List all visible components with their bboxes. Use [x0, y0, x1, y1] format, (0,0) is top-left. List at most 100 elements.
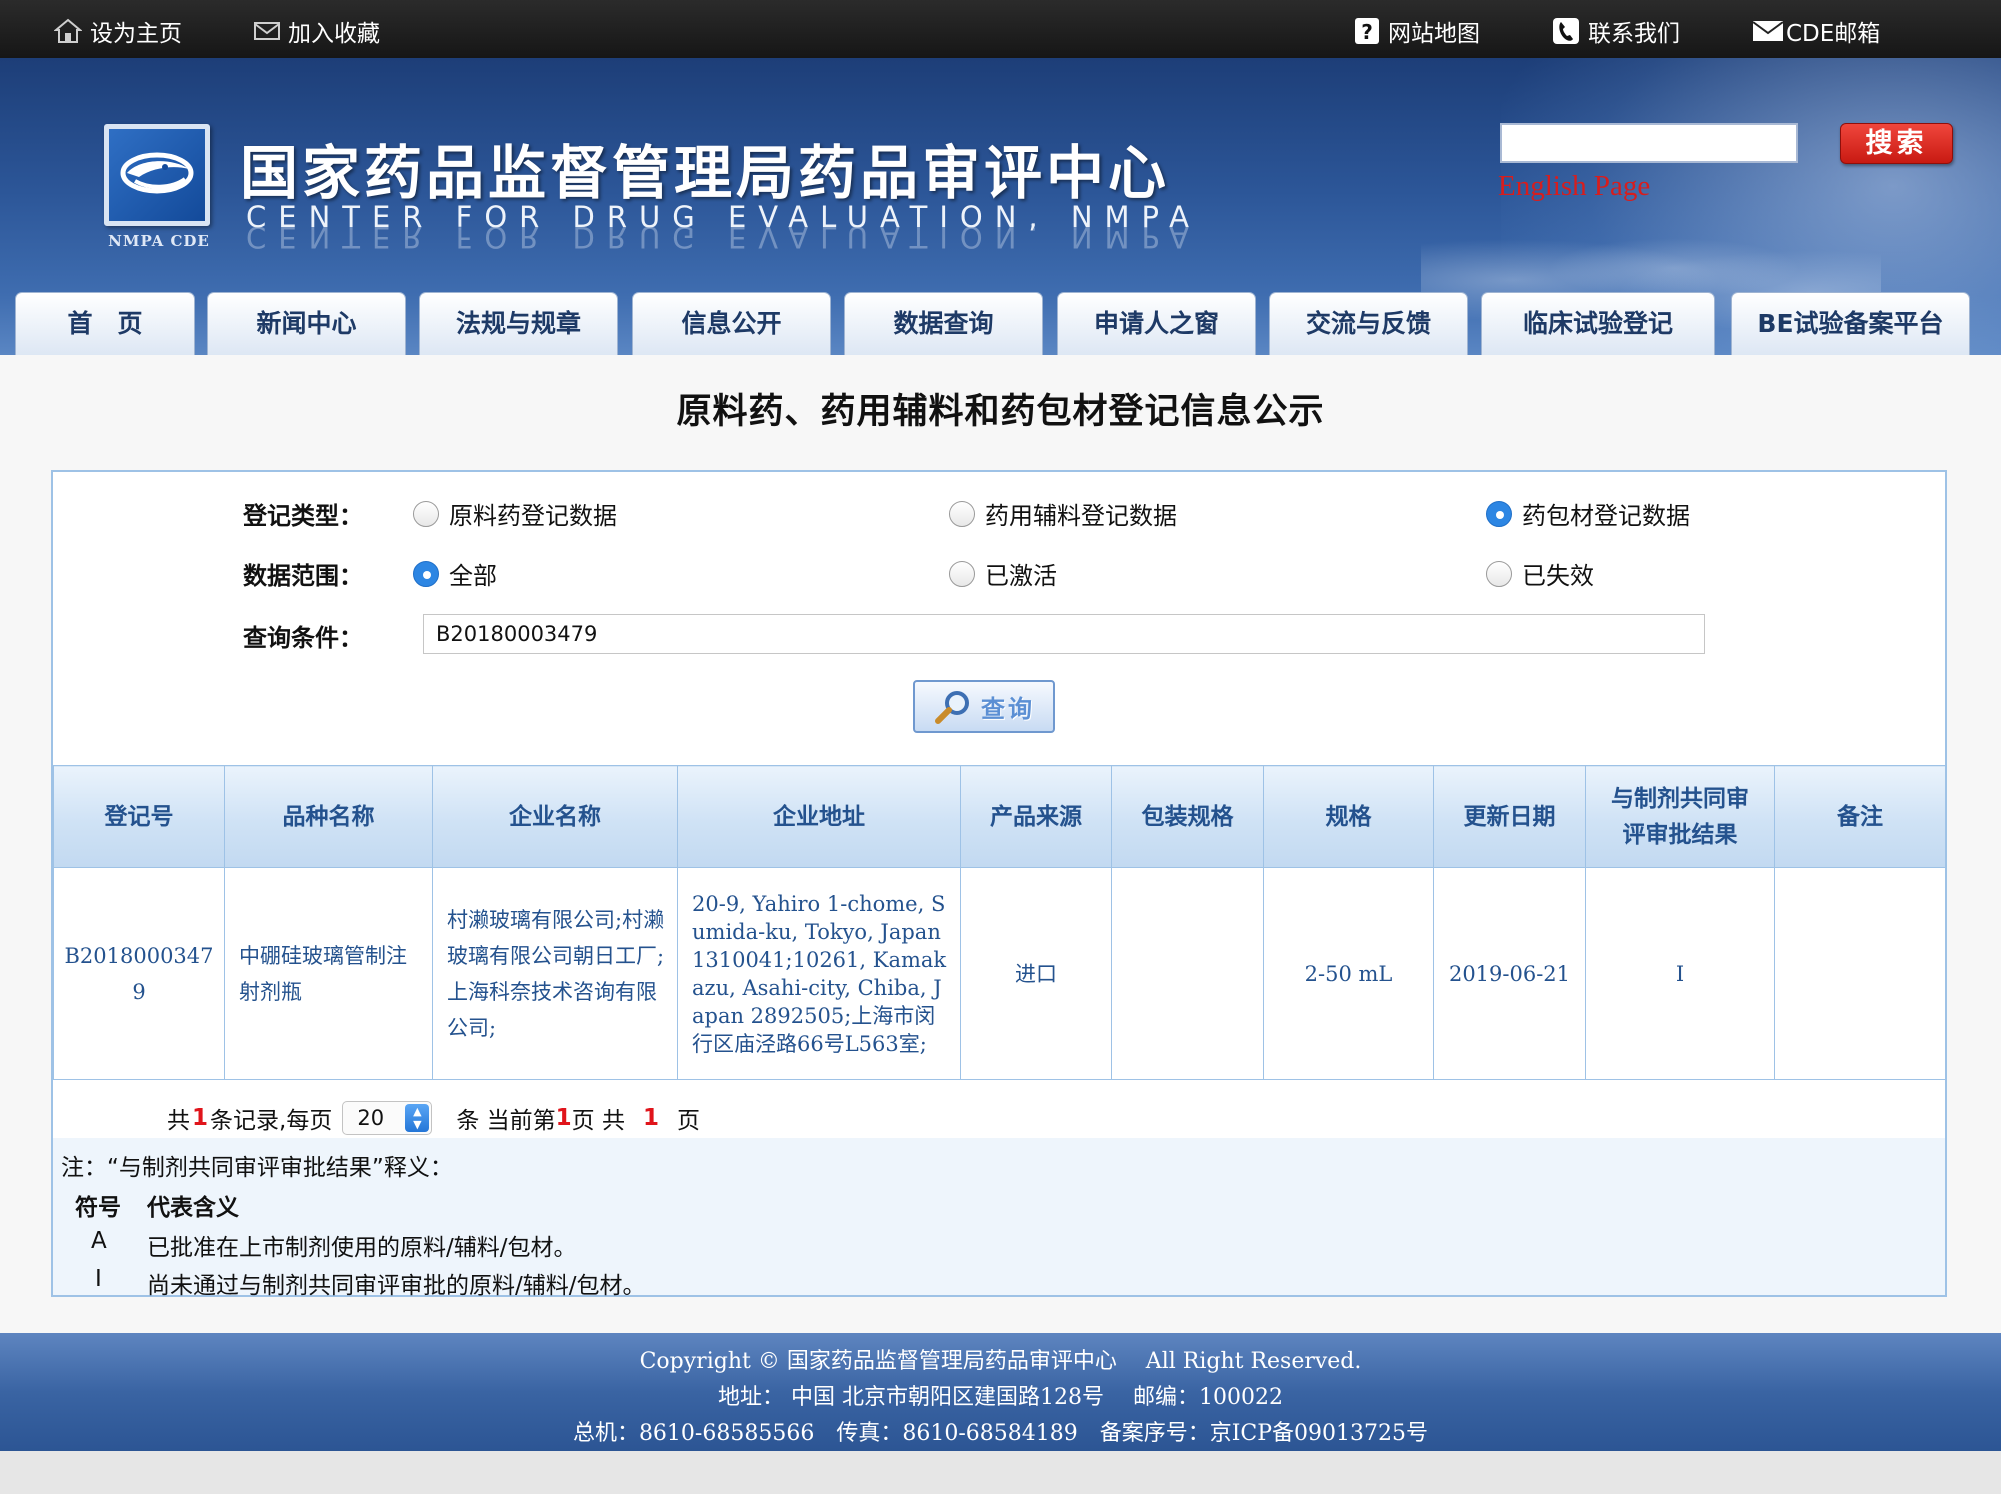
col-address: 企业地址 [677, 765, 961, 868]
table-header-row: 登记号 品种名称 企业名称 企业地址 产品来源 包装规格 规格 更新日期 与制剂… [53, 765, 1946, 868]
pager-pages-prefix: 页 共 [571, 1108, 625, 1134]
footer-address: 地址： 中国 北京市朝阳区建国路128号 邮编：100022 [718, 1385, 1283, 1410]
footer-copyright: Copyright © 国家药品监督管理局药品审评中心 All Right Re… [639, 1349, 1362, 1374]
tab-info-disclosure[interactable]: 信息公开 [632, 292, 831, 355]
cde-mail-link[interactable]: CDE邮箱 [1752, 14, 1880, 48]
contact-us-label: 联系我们 [1588, 21, 1680, 47]
cell-remark [1774, 867, 1946, 1080]
radio-expired[interactable] [1486, 560, 1512, 587]
note-meaning-a: 已批准在上市制剂使用的原料/辅料/包材。 [147, 1235, 577, 1261]
col-source: 产品来源 [960, 765, 1112, 868]
cell-spec: 2-50 mL [1263, 867, 1434, 1080]
col-company: 企业名称 [432, 765, 678, 868]
tab-home[interactable]: 首 页 [15, 292, 195, 355]
contact-us-link[interactable]: 联系我们 [1552, 14, 1680, 48]
type-label: 登记类型： [243, 502, 363, 530]
stepper-icon: ▲ ▼ [405, 1104, 430, 1132]
footer-contact: 总机：8610-68585566 传真：8610-68584189 备案序号：京… [572, 1421, 1429, 1446]
col-package-spec: 包装规格 [1111, 765, 1264, 868]
tab-applicant-window[interactable]: 申请人之窗 [1057, 292, 1256, 355]
type-option-api-label: 原料药登记数据 [449, 502, 617, 530]
radio-excipient[interactable] [949, 500, 975, 527]
col-remark: 备注 [1774, 765, 1946, 868]
site-map-link[interactable]: ? 网站地图 [1354, 14, 1480, 48]
english-page-link[interactable]: English Page [1498, 170, 1650, 203]
tab-regulations[interactable]: 法规与规章 [419, 292, 618, 355]
type-option-api[interactable]: 原料药登记数据 [413, 496, 617, 531]
logo-emblem-icon [120, 152, 194, 194]
site-title-en-reflection: CENTER FOR DRUG EVALUATION, NMPA [246, 224, 1202, 254]
tab-feedback[interactable]: 交流与反馈 [1269, 292, 1468, 355]
search-input[interactable] [1500, 123, 1798, 163]
home-icon [54, 18, 82, 44]
cell-address: 20-9, Yahiro 1-chome, Sumida-ku, Tokyo, … [677, 867, 961, 1080]
col-review-result: 与制剂共同审评审批结果 [1585, 765, 1775, 868]
radio-packaging[interactable] [1486, 500, 1512, 527]
main-content: 原料药、药用辅料和药包材登记信息公示 登记类型： 原料药登记数据 药用辅料登记数… [0, 355, 2001, 1333]
note-title: 注：“与制剂共同审评审批结果”释义： [61, 1155, 453, 1181]
tab-clinical-trial[interactable]: 临床试验登记 [1481, 292, 1715, 355]
type-option-excipient[interactable]: 药用辅料登记数据 [949, 496, 1177, 531]
results-table: 登记号 品种名称 企业名称 企业地址 产品来源 包装规格 规格 更新日期 与制剂… [53, 765, 1946, 1080]
scope-option-active[interactable]: 已激活 [949, 556, 1057, 591]
tab-data-query[interactable]: 数据查询 [844, 292, 1043, 355]
add-favorite-link[interactable]: 加入收藏 [254, 14, 380, 48]
cell-source: 进口 [960, 867, 1112, 1080]
note-symbol-a: A [91, 1228, 107, 1254]
pager-current-prefix: 条 当前第 [456, 1108, 556, 1134]
col-spec: 规格 [1263, 765, 1434, 868]
query-input[interactable]: B20180003479 [423, 614, 1705, 654]
col-update-date: 更新日期 [1433, 765, 1586, 868]
query-label: 查询条件： [243, 624, 363, 652]
help-icon: ? [1354, 17, 1380, 45]
pager-total: 1 [192, 1105, 209, 1131]
site-map-label: 网站地图 [1388, 21, 1480, 47]
cell-reg-no[interactable]: B20180003479 [53, 867, 225, 1080]
col-product-name: 品种名称 [224, 765, 433, 868]
page-bottom-strip [0, 1451, 2001, 1494]
logo-caption: NMPA CDE [108, 232, 210, 250]
type-option-excipient-label: 药用辅料登记数据 [985, 502, 1177, 530]
cde-logo[interactable] [104, 124, 210, 226]
search-button[interactable]: 搜索 [1840, 123, 1953, 164]
mail-icon [254, 21, 280, 41]
main-nav: 首 页 新闻中心 法规与规章 信息公开 数据查询 申请人之窗 交流与反馈 临床试… [0, 292, 2001, 355]
magnifier-icon [935, 690, 969, 724]
note-meaning-i: 尚未通过与制剂共同审评审批的原料/辅料/包材。 [147, 1273, 646, 1299]
pager-prefix: 共 [167, 1108, 190, 1134]
footer: Copyright © 国家药品监督管理局药品审评中心 All Right Re… [0, 1333, 2001, 1451]
scope-option-expired[interactable]: 已失效 [1486, 556, 1594, 591]
scope-label: 数据范围： [243, 562, 363, 590]
pager-total-pages: 1 [642, 1105, 659, 1131]
query-button-label: 查询 [981, 695, 1035, 723]
pager-pages-suffix: 页 [676, 1108, 700, 1134]
type-option-packaging[interactable]: 药包材登记数据 [1486, 496, 1690, 531]
type-option-packaging-label: 药包材登记数据 [1522, 502, 1690, 530]
cell-review-result: I [1585, 867, 1775, 1080]
page-size-value: 20 [357, 1106, 385, 1130]
envelope-icon [1752, 20, 1784, 42]
page-size-select[interactable]: 20 ▲ ▼ [342, 1101, 433, 1135]
tab-be-platform[interactable]: BE试验备案平台 [1731, 292, 1970, 355]
cde-mail-label: CDE邮箱 [1786, 21, 1881, 47]
top-bar: 设为主页 加入收藏 ? 网站地图 联系我们 CDE邮箱 [0, 0, 2001, 58]
site-title: 国家药品监督管理局药品审评中心 [240, 139, 1171, 207]
table-row: B20180003479 中硼硅玻璃管制注射剂瓶 村濑玻璃有限公司;村濑玻璃有限… [53, 867, 1946, 1080]
scope-option-all-label: 全部 [449, 562, 497, 590]
cell-update-date: 2019-06-21 [1433, 867, 1586, 1080]
note-symbol-i: I [95, 1266, 102, 1292]
page-title: 原料药、药用辅料和药包材登记信息公示 [676, 392, 1325, 432]
radio-active[interactable] [949, 560, 975, 587]
query-button[interactable]: 查询 [913, 680, 1055, 733]
add-favorite-label: 加入收藏 [288, 21, 380, 47]
tab-news[interactable]: 新闻中心 [207, 292, 406, 355]
cell-product-name: 中硼硅玻璃管制注射剂瓶 [224, 867, 433, 1080]
radio-all[interactable] [413, 560, 439, 587]
set-home-label: 设为主页 [90, 21, 182, 47]
scope-option-all[interactable]: 全部 [413, 556, 497, 591]
cell-company: 村濑玻璃有限公司;村濑玻璃有限公司朝日工厂;上海科奈技术咨询有限公司; [432, 867, 678, 1080]
set-home-link[interactable]: 设为主页 [54, 14, 182, 48]
radio-api[interactable] [413, 500, 439, 527]
query-panel: 登记类型： 原料药登记数据 药用辅料登记数据 药包材登记数据 数据范围： 全部 … [51, 470, 1947, 1299]
pagination: 共 1 条记录,每页 20 ▲ ▼ 条 当前第 1 页 共 1 页 [167, 1101, 700, 1135]
